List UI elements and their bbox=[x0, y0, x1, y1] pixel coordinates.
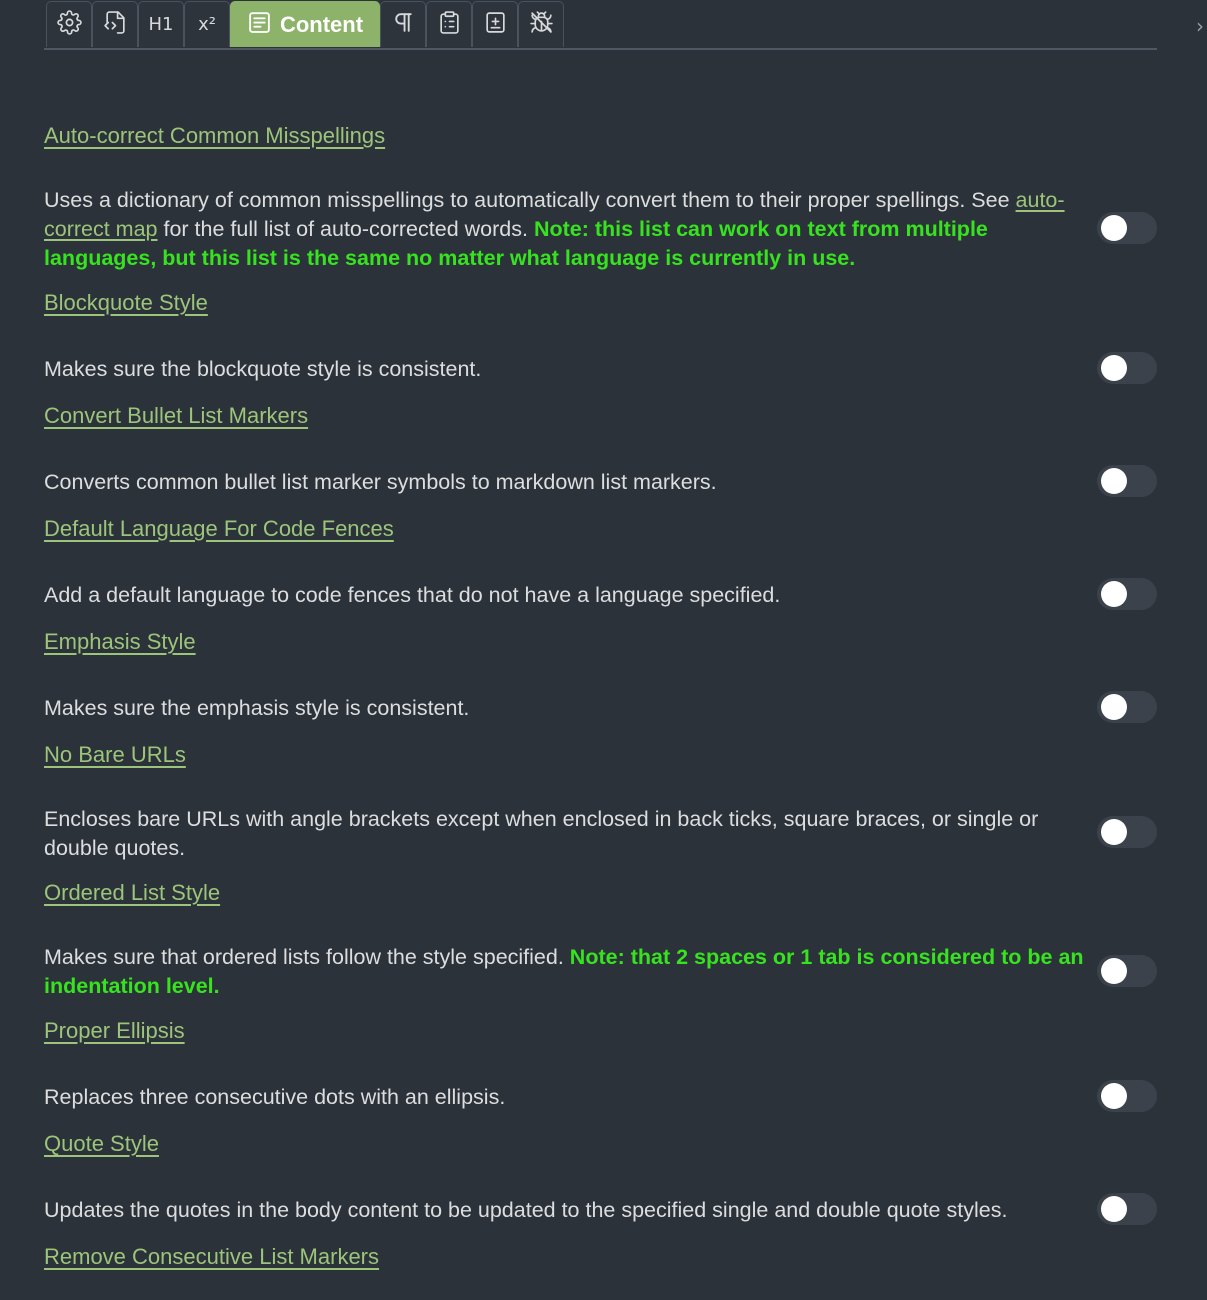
tab-spacing[interactable] bbox=[380, 1, 426, 47]
pilcrow-icon bbox=[391, 10, 416, 39]
setting-desc-quote-style: Updates the quotes in the body content t… bbox=[44, 1198, 1008, 1222]
toggle-knob bbox=[1101, 468, 1127, 494]
toggle-knob bbox=[1101, 1196, 1127, 1222]
toggle-knob bbox=[1101, 958, 1127, 984]
add-file-icon bbox=[483, 10, 508, 39]
toggle-auto-correct[interactable] bbox=[1097, 212, 1157, 244]
setting-desc-default-language-code-fences: Add a default language to code fences th… bbox=[44, 583, 781, 607]
toggle-knob bbox=[1101, 819, 1127, 845]
setting-title-blockquote-style[interactable]: Blockquote Style bbox=[44, 290, 208, 316]
tab-content[interactable]: Content bbox=[230, 1, 380, 47]
tab-content-label: Content bbox=[279, 11, 364, 37]
setting-title-default-language-code-fences[interactable]: Default Language For Code Fences bbox=[44, 516, 394, 542]
toggle-no-bare-urls[interactable] bbox=[1097, 816, 1157, 848]
toggle-quote-style[interactable] bbox=[1097, 1193, 1157, 1225]
toggle-blockquote-style[interactable] bbox=[1097, 352, 1157, 384]
toggle-knob bbox=[1101, 1083, 1127, 1109]
desc-text: Uses a dictionary of common misspellings… bbox=[44, 188, 1016, 212]
heading-icon: H1 bbox=[148, 14, 174, 35]
toggle-convert-bullet-list-markers[interactable] bbox=[1097, 465, 1157, 497]
setting-desc-proper-ellipsis: Replaces three consecutive dots with an … bbox=[44, 1085, 506, 1109]
toggle-emphasis-style[interactable] bbox=[1097, 691, 1157, 723]
tab-bar-divider bbox=[44, 48, 1157, 50]
setting-desc-auto-correct: Uses a dictionary of common misspellings… bbox=[44, 186, 1084, 273]
toggle-knob bbox=[1101, 581, 1127, 607]
tab-debug[interactable] bbox=[518, 1, 564, 47]
settings-tab-bar: H1 x² Content bbox=[46, 1, 564, 48]
setting-title-ordered-list-style[interactable]: Ordered List Style bbox=[44, 880, 220, 906]
setting-desc-ordered-list-style: Makes sure that ordered lists follow the… bbox=[44, 943, 1084, 1001]
file-code-icon bbox=[103, 10, 128, 39]
toggle-ordered-list-style[interactable] bbox=[1097, 955, 1157, 987]
chevron-right-icon[interactable]: › bbox=[1196, 14, 1204, 38]
toggle-knob bbox=[1101, 694, 1127, 720]
tab-heading[interactable]: H1 bbox=[138, 1, 184, 47]
tab-paste[interactable] bbox=[426, 1, 472, 47]
toggle-default-language-code-fences[interactable] bbox=[1097, 578, 1157, 610]
toggle-proper-ellipsis[interactable] bbox=[1097, 1080, 1157, 1112]
tab-custom[interactable] bbox=[472, 1, 518, 47]
toggle-knob bbox=[1101, 215, 1127, 241]
setting-title-emphasis-style[interactable]: Emphasis Style bbox=[44, 629, 196, 655]
setting-title-proper-ellipsis[interactable]: Proper Ellipsis bbox=[44, 1018, 185, 1044]
desc-text: for the full list of auto-corrected word… bbox=[157, 217, 534, 241]
setting-title-no-bare-urls[interactable]: No Bare URLs bbox=[44, 742, 186, 768]
settings-page: H1 x² Content › Auto-correct Common Miss… bbox=[0, 0, 1207, 1300]
tab-footnote[interactable]: x² bbox=[184, 1, 230, 47]
setting-title-remove-consecutive-list-markers[interactable]: Remove Consecutive List Markers bbox=[44, 1244, 379, 1270]
setting-desc-emphasis-style: Makes sure the emphasis style is consist… bbox=[44, 696, 470, 720]
setting-title-convert-bullet-list-markers[interactable]: Convert Bullet List Markers bbox=[44, 403, 308, 429]
content-icon bbox=[247, 10, 272, 39]
tab-yaml[interactable] bbox=[92, 1, 138, 47]
setting-desc-blockquote-style: Makes sure the blockquote style is consi… bbox=[44, 357, 482, 381]
gear-icon bbox=[56, 10, 82, 39]
toggle-knob bbox=[1101, 355, 1127, 381]
superscript-icon: x² bbox=[198, 14, 216, 35]
setting-desc-no-bare-urls: Encloses bare URLs with angle brackets e… bbox=[44, 807, 1039, 860]
clipboard-list-icon bbox=[437, 10, 462, 39]
desc-text: Makes sure that ordered lists follow the… bbox=[44, 945, 570, 969]
setting-title-auto-correct[interactable]: Auto-correct Common Misspellings bbox=[44, 123, 385, 149]
setting-title-quote-style[interactable]: Quote Style bbox=[44, 1131, 159, 1157]
setting-desc-convert-bullet-list-markers: Converts common bullet list marker symbo… bbox=[44, 470, 717, 494]
debug-icon bbox=[529, 10, 554, 39]
tab-general[interactable] bbox=[46, 1, 92, 47]
